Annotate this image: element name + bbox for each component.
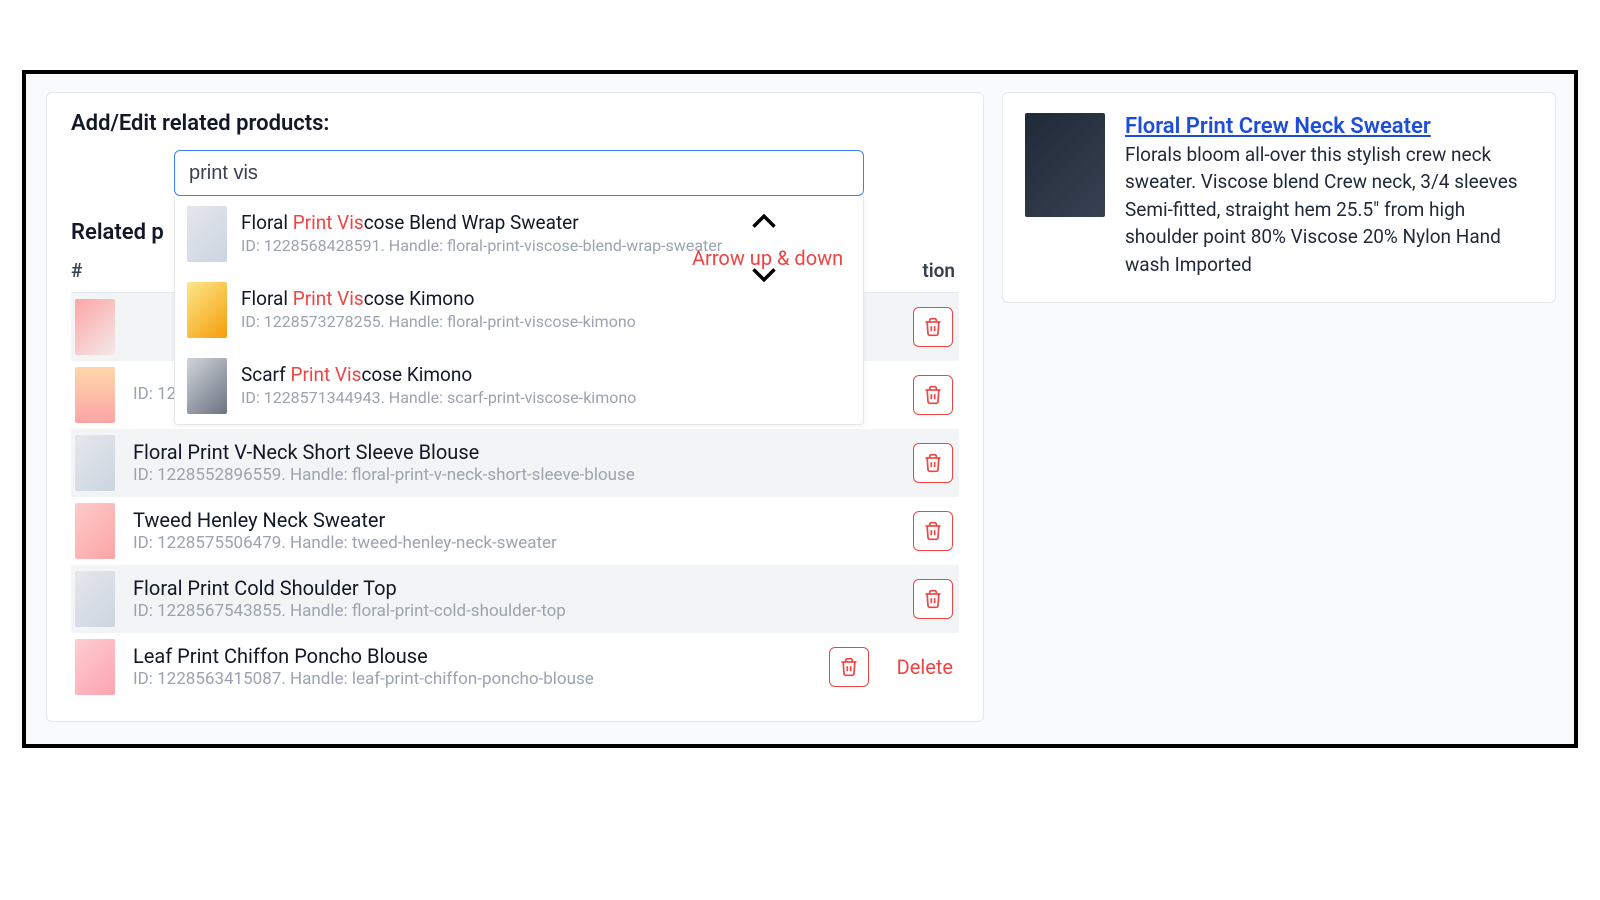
- suggestion-item[interactable]: Floral Print Viscose Kimono ID: 12285732…: [175, 272, 863, 348]
- product-thumb: [187, 206, 227, 262]
- table-row[interactable]: Leaf Print Chiffon Poncho Blouse ID: 122…: [71, 633, 959, 701]
- trash-icon: [923, 453, 943, 473]
- product-title-link[interactable]: Floral Print Crew Neck Sweater: [1125, 114, 1431, 139]
- suggestion-meta: ID: 1228571344943. Handle: scarf-print-v…: [241, 388, 636, 409]
- col-hash: #: [71, 259, 151, 282]
- search-suggestions-dropdown: Floral Print Viscose Blend Wrap Sweater …: [174, 196, 864, 425]
- suggestion-meta: ID: 1228568428591. Handle: floral-print-…: [241, 236, 722, 257]
- product-thumb: [187, 282, 227, 338]
- delete-button[interactable]: [913, 307, 953, 347]
- suggestion-meta: ID: 1228573278255. Handle: floral-print-…: [241, 312, 636, 333]
- suggestion-name: Floral Print Viscose Blend Wrap Sweater: [241, 211, 722, 236]
- product-thumb: [75, 571, 115, 627]
- row-name: Floral Print V-Neck Short Sleeve Blouse: [133, 439, 895, 465]
- product-description: Florals bloom all-over this stylish crew…: [1125, 141, 1533, 279]
- delete-button[interactable]: [913, 443, 953, 483]
- product-thumb: [187, 358, 227, 414]
- trash-icon: [923, 317, 943, 337]
- table-row[interactable]: Tweed Henley Neck Sweater ID: 1228575506…: [71, 497, 959, 565]
- product-thumb: [75, 503, 115, 559]
- product-preview-panel: Floral Print Crew Neck Sweater Florals b…: [1002, 92, 1556, 303]
- product-thumb: [75, 639, 115, 695]
- row-meta: ID: 1228563415087. Handle: leaf-print-ch…: [133, 669, 811, 690]
- search-input[interactable]: [174, 150, 864, 196]
- row-meta: ID: 1228575506479. Handle: tweed-henley-…: [133, 533, 895, 554]
- trash-icon: [923, 385, 943, 405]
- delete-button[interactable]: [913, 579, 953, 619]
- row-name: Leaf Print Chiffon Poncho Blouse: [133, 643, 811, 669]
- table-row[interactable]: Floral Print Cold Shoulder Top ID: 12285…: [71, 565, 959, 633]
- suggestion-item[interactable]: Scarf Print Viscose Kimono ID: 122857134…: [175, 348, 863, 424]
- delete-button[interactable]: [829, 647, 869, 687]
- row-name: Tweed Henley Neck Sweater: [133, 507, 895, 533]
- suggestion-item[interactable]: Floral Print Viscose Blend Wrap Sweater …: [175, 196, 863, 272]
- table-row[interactable]: Floral Print V-Neck Short Sleeve Blouse …: [71, 429, 959, 497]
- panel-title: Add/Edit related products:: [71, 111, 959, 136]
- annotation-delete-label: Delete: [897, 655, 953, 679]
- product-thumb: [1025, 113, 1105, 217]
- product-thumb: [75, 435, 115, 491]
- delete-button[interactable]: [913, 375, 953, 415]
- row-meta: ID: 1228552896559. Handle: floral-print-…: [133, 465, 895, 486]
- product-thumb: [75, 367, 115, 423]
- delete-button[interactable]: [913, 511, 953, 551]
- app-frame: Add/Edit related products: Floral Print …: [22, 70, 1578, 748]
- trash-icon: [839, 657, 859, 677]
- suggestion-name: Scarf Print Viscose Kimono: [241, 363, 636, 388]
- row-name: Floral Print Cold Shoulder Top: [133, 575, 895, 601]
- related-products-panel: Add/Edit related products: Floral Print …: [46, 92, 984, 722]
- trash-icon: [923, 589, 943, 609]
- suggestion-name: Floral Print Viscose Kimono: [241, 287, 636, 312]
- product-thumb: [75, 299, 115, 355]
- row-meta: ID: 1228567543855. Handle: floral-print-…: [133, 601, 895, 622]
- search-wrap: Floral Print Viscose Blend Wrap Sweater …: [174, 150, 864, 196]
- trash-icon: [923, 521, 943, 541]
